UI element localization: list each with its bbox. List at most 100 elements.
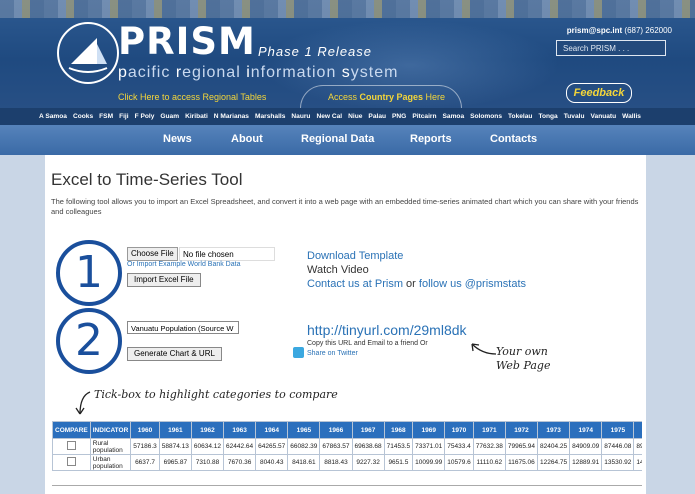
nav-contacts[interactable]: Contacts: [490, 133, 537, 145]
table-cell: 8818.43: [319, 454, 353, 471]
country-link[interactable]: New Cal: [313, 108, 345, 125]
country-link[interactable]: Kiribati: [182, 108, 211, 125]
table-cell: 12889.91: [569, 454, 603, 471]
table-cell: 10099.99: [412, 454, 446, 471]
country-link[interactable]: Guam: [157, 108, 182, 125]
column-header: 1966: [319, 421, 353, 439]
table-cell: 82404.25: [537, 438, 571, 455]
column-header: COMPARE: [52, 421, 91, 439]
nav-news[interactable]: News: [163, 133, 192, 145]
country-link[interactable]: Wallis: [619, 108, 644, 125]
generate-chart-button[interactable]: Generate Chart & URL: [127, 347, 222, 361]
country-link[interactable]: Tokelau: [505, 108, 535, 125]
contact-phone: (687) 262000: [624, 26, 672, 35]
table-cell: 13530.92: [601, 454, 635, 471]
table-cell: 79965.94: [504, 438, 539, 455]
table-cell: 73371.01: [412, 438, 446, 455]
table-cell: 71453.5: [383, 438, 414, 455]
compare-checkbox-cell: [52, 454, 91, 471]
divider: [52, 485, 642, 486]
share-twitter-link[interactable]: Share on Twitter: [307, 350, 358, 357]
nav-reports[interactable]: Reports: [410, 133, 452, 145]
column-header: INDICATOR: [89, 421, 132, 439]
compare-checkbox[interactable]: [66, 441, 76, 450]
country-link[interactable]: Tuvalu: [561, 108, 588, 125]
table-cell: 58874.13: [158, 438, 192, 455]
flags-banner: [0, 0, 695, 18]
watch-video-link[interactable]: Watch Video: [307, 264, 369, 276]
step-2-badge: 2: [56, 308, 122, 374]
feedback-button[interactable]: Feedback: [566, 83, 632, 103]
country-link[interactable]: Nauru: [288, 108, 313, 125]
nav-regional-data[interactable]: Regional Data: [301, 133, 374, 145]
country-link[interactable]: Niue: [345, 108, 365, 125]
country-link[interactable]: Tonga: [535, 108, 560, 125]
column-header: 1974: [569, 421, 603, 439]
country-link[interactable]: Marshalls: [252, 108, 288, 125]
import-example-link[interactable]: Or Import Example World Bank Data: [127, 261, 240, 268]
copy-instructions: Copy this URL and Email to a friend Or: [307, 340, 428, 347]
arrow-icon: [471, 343, 497, 355]
short-url-link[interactable]: http://tinyurl.com/29ml8dk: [307, 322, 467, 338]
table-cell: 12264.75: [537, 454, 571, 471]
annotation-your-own: Your own: [496, 345, 548, 358]
search-input[interactable]: Search PRISM . . .: [556, 40, 666, 56]
column-header: 1960: [130, 421, 160, 439]
country-pages-link[interactable]: Access Country Pages Here: [328, 92, 445, 102]
column-header: 1969: [412, 421, 446, 439]
column-header: 1970: [444, 421, 474, 439]
country-link[interactable]: PNG: [389, 108, 409, 125]
column-header: 1972: [504, 421, 539, 439]
country-link[interactable]: Cooks: [70, 108, 96, 125]
import-excel-button[interactable]: Import Excel File: [127, 273, 201, 287]
download-template-link[interactable]: Download Template: [307, 250, 403, 262]
column-header: 1973: [537, 421, 571, 439]
data-table: COMPARE INDICATOR 1960 1961 1962 1963 19…: [52, 421, 642, 473]
country-link[interactable]: Samoa: [440, 108, 468, 125]
contact-prism-link[interactable]: Contact us at Prism: [307, 278, 403, 290]
country-link[interactable]: Pitcairn: [409, 108, 439, 125]
country-link[interactable]: N Marianas: [211, 108, 252, 125]
regional-tables-link[interactable]: Click Here to access Regional Tables: [118, 92, 266, 102]
column-header: 1975: [601, 421, 635, 439]
contact-email[interactable]: prism@spc.int: [567, 26, 622, 35]
table-cell: 7310.88: [190, 454, 225, 471]
choose-file-button[interactable]: Choose File: [127, 247, 178, 261]
annotation-web-page: Web Page: [496, 359, 551, 372]
compare-checkbox[interactable]: [66, 457, 76, 466]
table-cell: 6637.7: [130, 454, 160, 471]
follow-us-link[interactable]: follow us @prismstats: [419, 278, 526, 290]
country-link[interactable]: A Samoa: [36, 108, 70, 125]
country-link[interactable]: Vanuatu: [588, 108, 620, 125]
table-cell: 11675.06: [504, 454, 539, 471]
table-header-row: COMPARE INDICATOR 1960 1961 1962 1963 19…: [52, 421, 642, 439]
column-header: 1976: [633, 421, 642, 439]
nav-about[interactable]: About: [231, 133, 263, 145]
table-cell: 7670.36: [223, 454, 257, 471]
twitter-icon[interactable]: [293, 347, 304, 358]
page-title: Excel to Time-Series Tool: [51, 170, 243, 189]
phase-label: Phase 1 Release: [258, 44, 373, 59]
table-cell: 11110.62: [472, 454, 506, 471]
table-row: Urban population 6637.7 6965.87 7310.88 …: [52, 454, 642, 471]
step-1-badge: 1: [56, 240, 122, 306]
prism-logo[interactable]: [57, 22, 119, 84]
country-link[interactable]: FSM: [96, 108, 116, 125]
country-link[interactable]: F Poly: [132, 108, 158, 125]
column-header: 1961: [158, 421, 192, 439]
dataset-name-input[interactable]: Vanuatu Population (Source W: [127, 321, 239, 334]
table-cell: 62442.64: [223, 438, 257, 455]
country-link[interactable]: Solomons: [467, 108, 505, 125]
table-cell: 75433.4: [444, 438, 474, 455]
column-header: 1962: [190, 421, 225, 439]
column-header: 1963: [223, 421, 257, 439]
intro-text: The following tool allows you to import …: [51, 197, 639, 216]
country-link[interactable]: Palau: [365, 108, 389, 125]
table-cell: 60634.12: [190, 438, 225, 455]
main-nav: News About Regional Data Reports Contact…: [0, 125, 695, 155]
table-cell: 69638.68: [351, 438, 385, 455]
column-header: 1965: [287, 421, 321, 439]
country-link[interactable]: Fiji: [116, 108, 132, 125]
table-cell: 64265.57: [255, 438, 289, 455]
contact-line: Contact us at Prism or follow us @prisms…: [307, 278, 527, 290]
